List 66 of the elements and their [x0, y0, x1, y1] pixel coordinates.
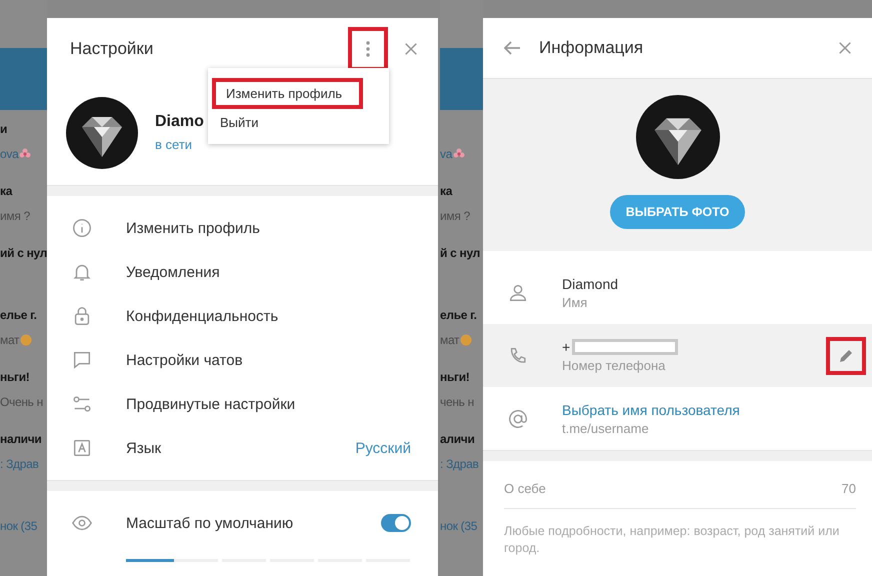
chat-preview: имя ?	[440, 209, 470, 223]
language-value: Русский	[355, 440, 411, 456]
dialog-title: Информация	[539, 38, 644, 58]
about-hint: Любые подробности, например: возраст, род занятий или город.	[504, 523, 840, 557]
chat-title: елье г.	[440, 308, 478, 324]
field-value: +	[562, 338, 570, 354]
online-status: в сети	[155, 137, 194, 152]
back-arrow-icon[interactable]	[503, 40, 521, 56]
chat-title: й с нул	[440, 246, 482, 262]
edit-button[interactable]	[826, 336, 866, 374]
settings-item[interactable]: Изменить профиль	[47, 206, 438, 250]
chat-title: и	[0, 122, 8, 138]
at-sign-icon	[507, 408, 529, 430]
selected-chat-highlight	[440, 48, 483, 110]
toggle-switch[interactable]	[381, 514, 411, 532]
settings-item[interactable]: Настройки чатов	[47, 338, 438, 382]
field-value: Diamond	[562, 276, 618, 292]
chat-title: ка	[440, 184, 454, 200]
profile-field-row[interactable]: + Номер телефона	[483, 324, 872, 387]
chat-preview: нок (35	[440, 519, 478, 533]
chat-title: ий с нул	[0, 246, 47, 262]
profile-field-row[interactable]: Выбрать имя пользователя t.me/username	[483, 387, 872, 450]
letter-box-icon	[71, 437, 93, 459]
close-icon[interactable]	[404, 42, 418, 56]
chat-preview: : Здрав	[440, 457, 479, 471]
speech-bubble-icon	[71, 349, 93, 371]
field-caption: t.me/username	[562, 420, 650, 436]
chat-preview: мат	[440, 333, 460, 347]
selected-chat-highlight	[0, 48, 47, 110]
chat-preview: чень н	[440, 395, 474, 409]
info-icon	[71, 217, 93, 239]
chat-preview: имя ?	[0, 209, 30, 223]
chat-title: ньги!	[0, 370, 30, 386]
chat-title: елье г.	[0, 308, 38, 324]
setting-label: Масштаб по умолчанию	[126, 514, 294, 532]
field-caption: Номер телефона	[562, 358, 666, 372]
settings-item[interactable]: Конфиденциальность	[47, 294, 438, 338]
settings-item[interactable]: Уведомления	[47, 250, 438, 294]
more-options-icon	[366, 41, 370, 57]
profile-field-row[interactable]: Diamond Имя	[483, 261, 872, 324]
dialog-title: Настройки	[70, 39, 154, 59]
smile-emoji-icon	[460, 334, 472, 346]
about-label: О себе	[504, 481, 546, 496]
smile-emoji-icon	[20, 334, 32, 346]
chat-preview: Очень н	[0, 395, 43, 409]
chat-title: ка	[0, 184, 14, 200]
settings-item[interactable]: Язык Русский	[47, 426, 438, 470]
chat-title: ньги!	[440, 370, 470, 386]
chat-preview: ova	[0, 147, 18, 161]
chat-preview: мат	[0, 333, 20, 347]
chat-preview: va	[440, 147, 452, 161]
pencil-icon	[838, 348, 854, 364]
chat-preview: нок (35	[0, 519, 38, 533]
settings-item[interactable]: Продвинутые настройки	[47, 382, 438, 426]
close-icon[interactable]	[838, 41, 852, 55]
field-value: Выбрать имя пользователя	[562, 402, 740, 418]
chat-preview: : Здрав	[0, 457, 39, 471]
character-counter: 70	[842, 481, 856, 496]
menu-item[interactable]: Изменить профиль	[212, 78, 363, 109]
profile-name: Diamo	[155, 113, 204, 131]
chat-title: аличи	[440, 432, 476, 448]
flower-emoji-icon	[453, 148, 466, 160]
field-caption: Имя	[562, 294, 588, 310]
flower-emoji-icon	[19, 148, 32, 160]
chat-title: наличи	[0, 432, 42, 448]
menu-item[interactable]: Выйти	[208, 109, 389, 136]
